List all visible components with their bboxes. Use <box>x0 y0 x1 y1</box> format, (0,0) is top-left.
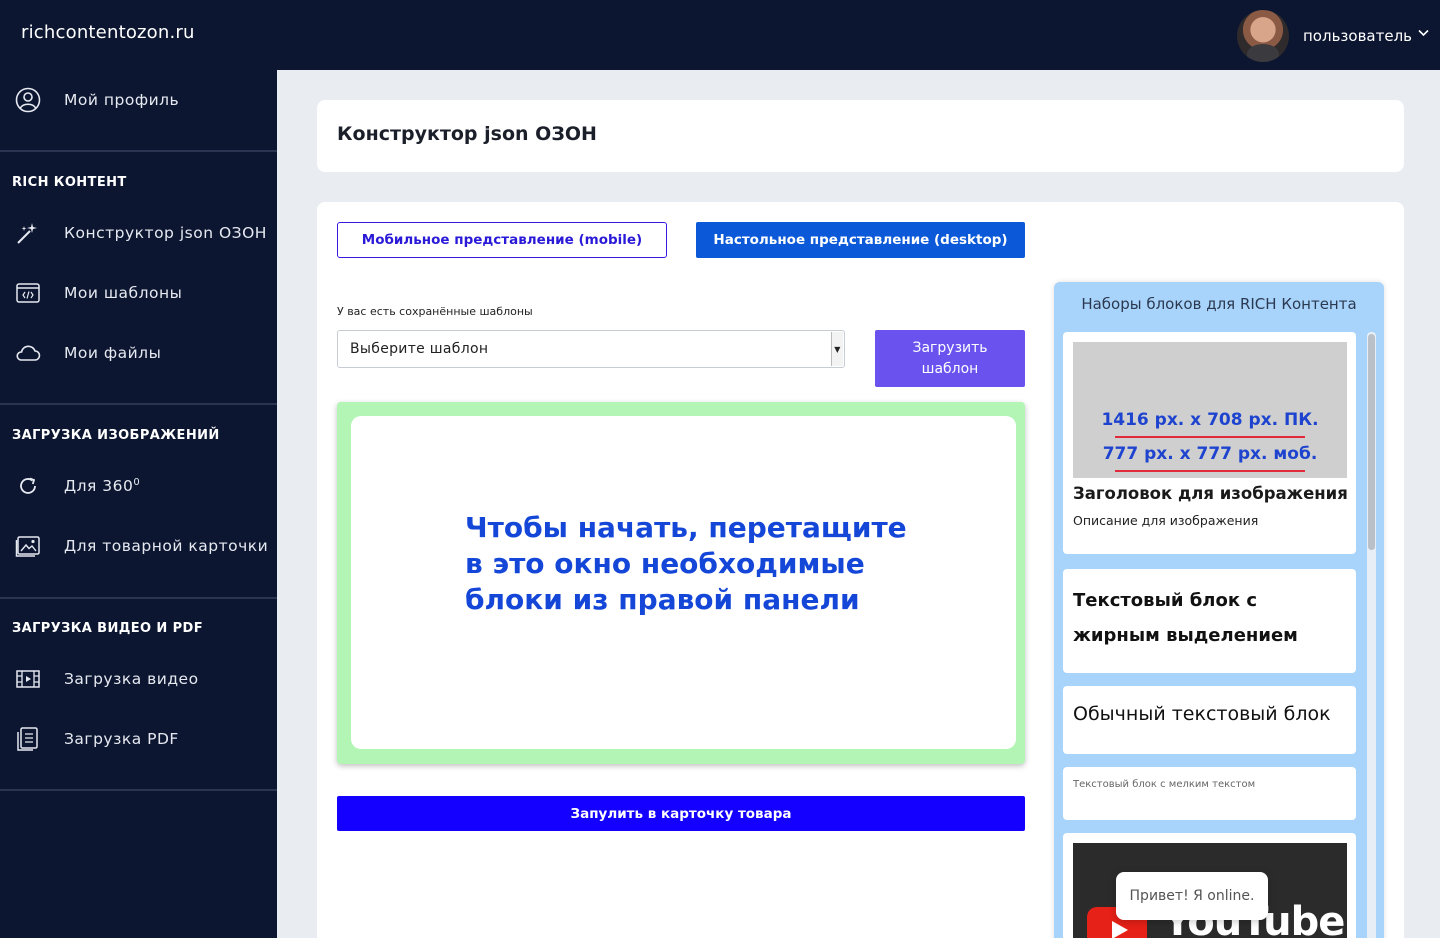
image-size-desktop: 1416 px. x 708 px. ПК. <box>1101 410 1319 430</box>
drop-zone-hint: Чтобы начать, перетащите в это окно необ… <box>465 511 907 616</box>
sidebar-item-profile[interactable]: Мой профиль <box>0 75 277 125</box>
sidebar-item-upload-pdf[interactable]: Загрузка PDF <box>0 714 277 764</box>
magic-wand-icon <box>14 219 42 247</box>
constructor-card: Мобильное представление (mobile) Настоль… <box>317 202 1404 938</box>
sidebar-item-my-templates[interactable]: Мои шаблоны <box>0 268 277 318</box>
image-gallery-icon <box>14 532 42 560</box>
blocks-panel: Наборы блоков для RICH Контента 1416 px.… <box>1054 282 1384 938</box>
templates-label: У вас есть сохранённые шаблоны <box>337 305 533 318</box>
divider <box>0 150 277 152</box>
block-small-text[interactable]: Текстовый блок с мелким текстом <box>1063 767 1356 820</box>
blocks-panel-title: Наборы блоков для RICH Контента <box>1081 295 1357 313</box>
sidebar-item-upload-video[interactable]: Загрузка видео <box>0 654 277 704</box>
cloud-icon <box>14 339 42 367</box>
film-icon <box>14 665 42 693</box>
divider <box>0 403 277 405</box>
block-text: Текстовый блок с мелким текстом <box>1073 779 1256 790</box>
brand-logo[interactable]: richcontentozon.ru <box>21 22 195 43</box>
drop-zone[interactable]: Чтобы начать, перетащите в это окно необ… <box>337 402 1025 764</box>
user-circle-icon <box>14 86 42 114</box>
user-avatar[interactable] <box>1237 10 1289 62</box>
sidebar-item-label: Для товарной карточки <box>64 537 269 555</box>
sidebar: Мой профиль RICH КОНТЕНТ Конструктор jso… <box>0 70 277 938</box>
block-text: Обычный текстовый блок <box>1073 703 1331 725</box>
sidebar-item-label: Мой профиль <box>64 91 180 109</box>
sidebar-item-label: Мои шаблоны <box>64 284 183 302</box>
sidebar-item-label: Конструктор json ОЗОН <box>64 224 267 242</box>
sidebar-item-json-constructor[interactable]: Конструктор json ОЗОН <box>0 208 277 258</box>
block-description: Описание для изображения <box>1073 513 1259 528</box>
document-icon <box>14 725 42 753</box>
mobile-view-button[interactable]: Мобильное представление (mobile) <box>337 222 667 258</box>
title-card: Конструктор json ОЗОН <box>317 100 1404 172</box>
page-title: Конструктор json ОЗОН <box>337 123 597 145</box>
sidebar-item-label: Для 3600 <box>64 476 141 496</box>
block-bold-text[interactable]: Текстовый блок с жирным выделением <box>1063 569 1356 673</box>
block-plain-text[interactable]: Обычный текстовый блок <box>1063 686 1356 754</box>
divider <box>0 789 277 791</box>
block-heading: Заголовок для изображения <box>1073 484 1348 503</box>
template-select-value: Выберите шаблон <box>350 341 489 357</box>
image-size-mobile: 777 px. x 777 px. моб. <box>1102 444 1318 464</box>
sidebar-item-label: Мои файлы <box>64 344 162 362</box>
code-window-icon <box>14 279 42 307</box>
sidebar-item-product-card[interactable]: Для товарной карточки <box>0 521 277 571</box>
section-heading-images: ЗАГРУЗКА ИЗОБРАЖЕНИЙ <box>12 428 220 443</box>
block-image-placeholder: 1416 px. x 708 px. ПК. 777 px. x 777 px.… <box>1073 342 1347 478</box>
select-arrow-icon[interactable]: ▼ <box>831 332 843 366</box>
sidebar-item-my-files[interactable]: Мои файлы <box>0 328 277 378</box>
template-select[interactable]: Выберите шаблон ▼ <box>337 330 845 368</box>
sidebar-item-label: Загрузка видео <box>64 670 199 688</box>
user-menu-name[interactable]: пользователь <box>1303 27 1412 45</box>
blocks-scrollbar-thumb[interactable] <box>1368 334 1375 550</box>
submit-to-product-button[interactable]: Запулить в карточку товара <box>337 796 1025 831</box>
underline <box>1115 436 1305 438</box>
block-text: Текстовый блок с жирным выделением <box>1073 590 1298 646</box>
section-heading-rich: RICH КОНТЕНТ <box>12 175 127 190</box>
underline <box>1115 470 1305 472</box>
chevron-down-icon[interactable] <box>1418 26 1429 40</box>
sidebar-item-label: Загрузка PDF <box>64 730 179 748</box>
play-icon <box>1112 921 1128 938</box>
desktop-view-button[interactable]: Настольное представление (desktop) <box>696 222 1025 258</box>
refresh-icon <box>14 472 42 500</box>
top-bar: richcontentozon.ru пользователь <box>0 0 1440 70</box>
section-heading-video: ЗАГРУЗКА ВИДЕО И PDF <box>12 621 204 636</box>
chat-widget-bubble[interactable]: Привет! Я online. <box>1116 872 1268 920</box>
sidebar-item-360[interactable]: Для 3600 <box>0 461 277 511</box>
divider <box>0 597 277 599</box>
drop-zone-canvas[interactable]: Чтобы начать, перетащите в это окно необ… <box>351 416 1016 749</box>
load-template-button[interactable]: Загрузить шаблон <box>875 330 1025 387</box>
block-image-with-heading[interactable]: 1416 px. x 708 px. ПК. 777 px. x 777 px.… <box>1063 332 1356 554</box>
